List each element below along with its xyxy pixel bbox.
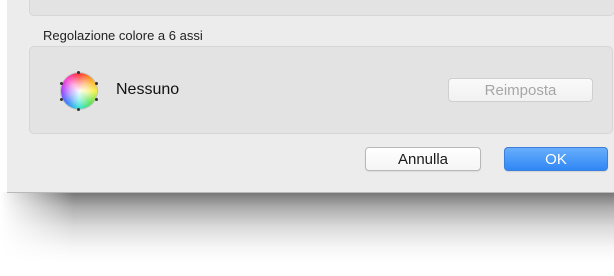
ok-button[interactable]: OK (504, 147, 608, 171)
current-adjustment-value: Nessuno (116, 81, 180, 98)
wheel-handle-dot (95, 82, 98, 85)
wheel-handle-dot (60, 82, 63, 85)
previous-group-box (29, 0, 614, 16)
reset-button[interactable]: Reimposta (448, 78, 593, 102)
section-title: Regolazione colore a 6 assi (43, 28, 203, 43)
color-wheel-icon (60, 71, 98, 111)
wheel-handle-dot (77, 108, 80, 111)
dialog-shadow (0, 192, 614, 262)
settings-dialog: Regolazione colore a 6 assi Nessuno Reim… (7, 0, 614, 193)
wheel-handle-dot (77, 71, 80, 74)
cancel-button[interactable]: Annulla (365, 147, 481, 171)
wheel-handle-dot (95, 98, 98, 101)
wheel-handle-dot (60, 98, 63, 101)
color-adjustment-group: Nessuno Reimposta (29, 46, 613, 134)
